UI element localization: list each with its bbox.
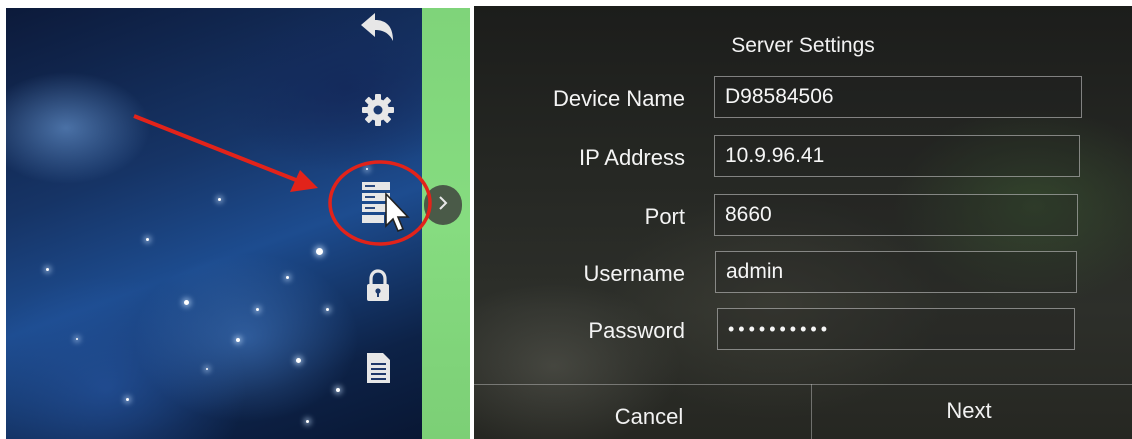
ip-address-label: IP Address bbox=[579, 145, 685, 170]
server-settings-dialog: Server Settings Device Name D98584506 IP… bbox=[474, 6, 1132, 439]
star bbox=[306, 420, 309, 423]
expand-tab[interactable] bbox=[424, 185, 462, 225]
server-settings-icon[interactable] bbox=[358, 176, 418, 236]
next-button[interactable]: Next bbox=[884, 394, 1054, 428]
username-row: Username admin bbox=[474, 251, 1132, 297]
star bbox=[46, 268, 49, 271]
chevron-right-icon bbox=[436, 194, 450, 216]
document-icon[interactable] bbox=[358, 348, 398, 388]
device-name-field[interactable]: D98584506 bbox=[714, 76, 1082, 118]
port-label: Port bbox=[644, 204, 685, 229]
cancel-button[interactable]: Cancel bbox=[564, 400, 734, 434]
button-separator bbox=[811, 384, 812, 439]
password-row: Password •••••••••• bbox=[474, 308, 1132, 354]
star bbox=[256, 308, 259, 311]
star bbox=[206, 368, 208, 370]
back-arrow-icon[interactable] bbox=[358, 8, 398, 48]
star bbox=[146, 238, 149, 241]
dialog-title: Server Settings bbox=[731, 34, 875, 57]
star bbox=[326, 308, 329, 311]
button-divider bbox=[474, 384, 1132, 385]
device-name-label: Device Name bbox=[552, 86, 685, 111]
ip-address-field[interactable]: 10.9.96.41 bbox=[714, 135, 1080, 177]
toolbar-photo bbox=[6, 8, 470, 439]
port-row: Port 8660 bbox=[474, 194, 1132, 240]
ip-address-row: IP Address 10.9.96.41 bbox=[474, 135, 1132, 181]
password-label: Password bbox=[588, 318, 685, 343]
star bbox=[218, 198, 221, 201]
star bbox=[336, 388, 340, 392]
star bbox=[236, 338, 240, 342]
username-label: Username bbox=[583, 261, 685, 286]
port-field[interactable]: 8660 bbox=[714, 194, 1078, 236]
username-field[interactable]: admin bbox=[715, 251, 1077, 293]
star bbox=[316, 248, 323, 255]
gear-icon[interactable] bbox=[358, 90, 398, 130]
star bbox=[184, 300, 189, 305]
lock-icon[interactable] bbox=[358, 266, 398, 306]
device-name-row: Device Name D98584506 bbox=[474, 76, 1132, 122]
star bbox=[126, 398, 129, 401]
star bbox=[286, 276, 289, 279]
star bbox=[366, 168, 368, 170]
star bbox=[296, 358, 301, 363]
star bbox=[76, 338, 78, 340]
password-field[interactable]: •••••••••• bbox=[717, 308, 1075, 350]
